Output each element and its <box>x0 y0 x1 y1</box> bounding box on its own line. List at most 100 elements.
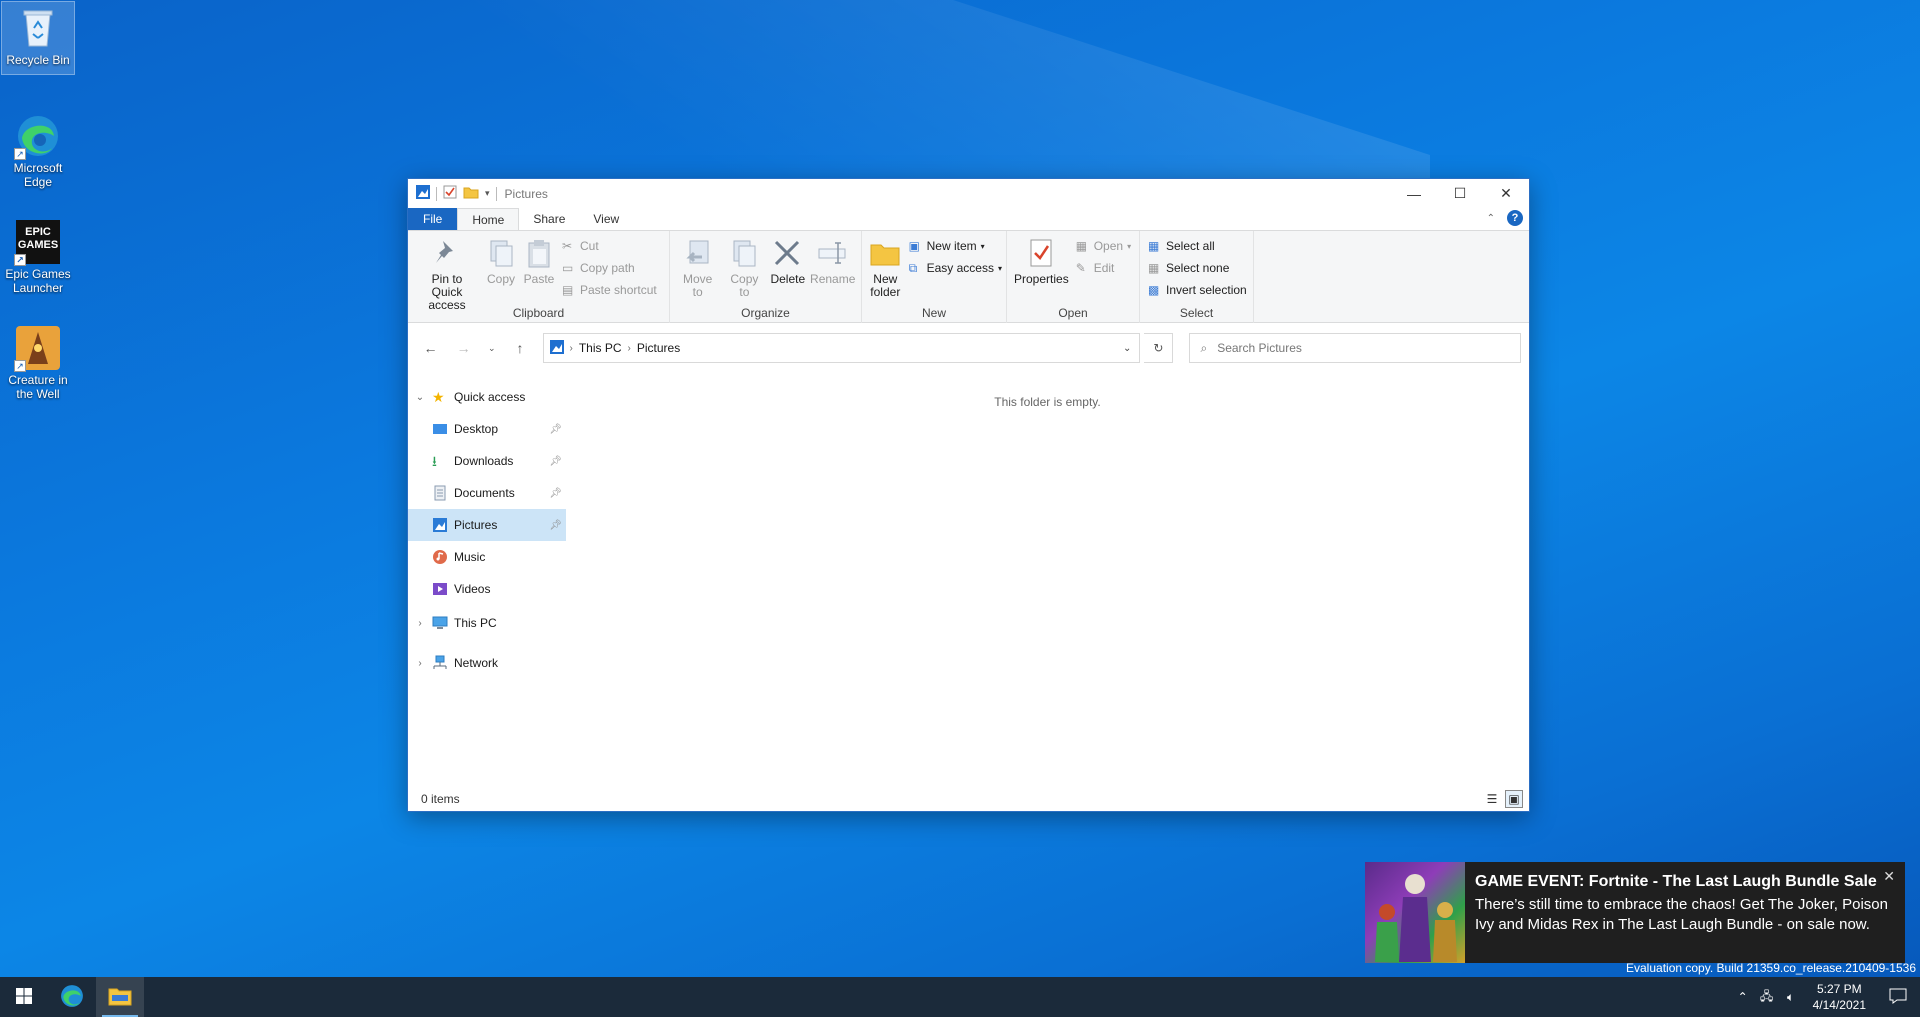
help-button[interactable]: ? <box>1507 210 1523 226</box>
nav-item-videos[interactable]: Videos <box>408 573 566 605</box>
details-view-icon: ☰ <box>1486 792 1498 806</box>
details-view-button[interactable]: ☰ <box>1483 790 1501 808</box>
desktop-icon-recycle-bin[interactable]: Recycle Bin <box>1 1 75 75</box>
desktop-icon-label: Creature in the Well <box>8 373 68 401</box>
music-icon <box>432 549 448 565</box>
qat-dropdown-icon[interactable]: ▾ <box>485 188 490 199</box>
start-button[interactable] <box>0 977 48 1017</box>
collapse-ribbon-icon[interactable]: ⌃ <box>1487 213 1495 224</box>
search-box[interactable]: ⌕ Search Pictures <box>1189 333 1521 363</box>
group-organize: Move to Copy to Delete Rename Organize <box>670 231 862 323</box>
delete-x-icon <box>771 237 803 269</box>
taskbar-edge-button[interactable] <box>48 977 96 1017</box>
group-label-select: Select <box>1179 306 1214 320</box>
pictures-location-icon <box>549 339 564 357</box>
search-icon: ⌕ <box>1200 340 1208 355</box>
breadcrumb-pictures[interactable]: Pictures <box>637 341 680 355</box>
show-hidden-icons-chevron-icon[interactable]: ⌃ <box>1731 990 1755 1004</box>
action-center-button[interactable] <box>1876 977 1920 1017</box>
easy-access-button[interactable]: ⧉ Easy access ▾ <box>909 259 1002 277</box>
breadcrumb-this-pc[interactable]: This PC <box>579 341 622 355</box>
cut-button[interactable]: ✂ Cut <box>562 237 657 255</box>
desktop-icon-creature-in-the-well[interactable]: ↗ Creature in the Well <box>2 322 74 401</box>
copy-to-icon <box>728 237 760 269</box>
desktop-folder-icon <box>432 421 448 437</box>
desktop-icon-epic-games[interactable]: EPIC GAMES ↗ Epic Games Launcher <box>2 216 74 295</box>
large-icons-view-icon: ▣ <box>1508 792 1520 806</box>
forward-arrow-icon: → <box>456 340 471 356</box>
desktop-icon-edge[interactable]: ↗ Microsoft Edge <box>2 110 74 189</box>
shortcut-arrow-icon: ↗ <box>14 254 26 266</box>
address-bar[interactable]: › This PC › Pictures ⌄ <box>542 333 1141 363</box>
creature-in-the-well-icon: ↗ <box>14 326 60 372</box>
tab-home[interactable]: Home <box>457 208 520 230</box>
download-icon: ⭳ <box>432 453 437 469</box>
new-folder-qat-icon[interactable] <box>463 185 479 202</box>
star-icon: ★ <box>432 389 445 405</box>
group-label-open: Open <box>1058 306 1088 320</box>
file-list-area[interactable]: This folder is empty. <box>566 373 1529 801</box>
nav-quick-access[interactable]: ⌄ ★ Quick access <box>408 381 566 413</box>
dropdown-arrow-icon: ▾ <box>1127 241 1132 251</box>
new-item-button[interactable]: ▣ New item ▾ <box>909 237 1002 255</box>
forward-button[interactable]: → <box>449 333 478 363</box>
nav-item-downloads[interactable]: ⭳ Downloads 📌︎ <box>408 445 566 477</box>
toast-notification[interactable]: GAME EVENT: Fortnite - The Last Laugh Bu… <box>1365 862 1905 963</box>
volume-icon[interactable]: 🔈︎ <box>1779 990 1803 1005</box>
watermark-build-text: Evaluation copy. Build 21359.co_release.… <box>1626 961 1916 975</box>
pictures-app-icon <box>416 185 430 202</box>
copy-path-button[interactable]: ▭ Copy path <box>562 259 657 277</box>
paste-shortcut-button[interactable]: ▤ Paste shortcut <box>562 281 657 299</box>
edit-button[interactable]: ✎ Edit <box>1076 259 1131 277</box>
shortcut-arrow-icon: ↗ <box>14 360 26 372</box>
toast-close-button[interactable]: ✕ <box>1883 868 1895 885</box>
nav-item-music[interactable]: Music <box>408 541 566 573</box>
expand-chevron-icon[interactable]: ⌄ <box>408 392 432 403</box>
maximize-button[interactable]: ☐ <box>1437 179 1483 208</box>
title-bar: ▾ Pictures — ☐ ✕ <box>408 179 1529 208</box>
expand-chevron-icon[interactable]: › <box>408 658 432 669</box>
network-icon <box>432 655 448 671</box>
properties-icon <box>1025 237 1057 269</box>
network-status-icon[interactable]: 🖧︎ <box>1755 987 1779 1008</box>
nav-this-pc[interactable]: › This PC <box>408 607 566 639</box>
recent-locations-button[interactable]: ⌄ <box>482 333 501 363</box>
nav-item-pictures[interactable]: Pictures 📌︎ <box>408 509 566 541</box>
new-folder-icon <box>869 237 901 269</box>
expand-chevron-icon[interactable]: › <box>408 618 432 629</box>
taskbar-file-explorer-button[interactable] <box>96 977 144 1017</box>
navigation-pane: ⌄ ★ Quick access Desktop 📌︎ ⭳ Downloads … <box>408 373 566 801</box>
qat-divider <box>436 186 437 201</box>
nav-item-desktop[interactable]: Desktop 📌︎ <box>408 413 566 445</box>
refresh-button[interactable]: ↻ <box>1144 333 1174 363</box>
tab-share[interactable]: Share <box>519 208 579 230</box>
minimize-button[interactable]: — <box>1391 179 1437 208</box>
shortcut-arrow-icon: ↗ <box>14 148 26 160</box>
close-button[interactable]: ✕ <box>1483 179 1529 208</box>
toast-title: GAME EVENT: Fortnite - The Last Laugh Bu… <box>1475 873 1877 890</box>
edge-icon <box>60 984 84 1011</box>
invert-selection-button[interactable]: ▩ Invert selection <box>1148 281 1247 299</box>
clock[interactable]: 5:27 PM 4/14/2021 <box>1803 981 1876 1013</box>
chevron-down-icon: ⌄ <box>488 342 496 353</box>
nav-network[interactable]: › Network <box>408 647 566 679</box>
back-button[interactable]: ← <box>416 333 445 363</box>
address-dropdown-icon[interactable]: ⌄ <box>1123 343 1131 354</box>
ribbon-tabs: File Home Share View ⌃ ? <box>408 208 1529 230</box>
properties-qat-icon[interactable] <box>443 185 457 202</box>
computer-icon <box>432 615 448 631</box>
tab-view[interactable]: View <box>579 208 633 230</box>
up-arrow-icon: ↑ <box>516 340 524 356</box>
up-button[interactable]: ↑ <box>505 333 534 363</box>
open-button[interactable]: ▦ Open ▾ <box>1076 237 1131 255</box>
select-all-button[interactable]: ▦ Select all <box>1148 237 1247 255</box>
nav-item-documents[interactable]: Documents 📌︎ <box>408 477 566 509</box>
select-none-button[interactable]: ▦ Select none <box>1148 259 1247 277</box>
group-select: ▦ Select all ▦ Select none ▩ Invert selecti… <box>1140 231 1254 323</box>
paste-shortcut-icon: ▤ <box>562 283 574 297</box>
copy-path-icon: ▭ <box>562 261 574 275</box>
tab-file[interactable]: File <box>408 208 458 230</box>
large-icons-view-button[interactable]: ▣ <box>1505 790 1523 808</box>
search-placeholder: Search Pictures <box>1217 341 1302 355</box>
windows-logo-icon <box>16 987 32 1007</box>
